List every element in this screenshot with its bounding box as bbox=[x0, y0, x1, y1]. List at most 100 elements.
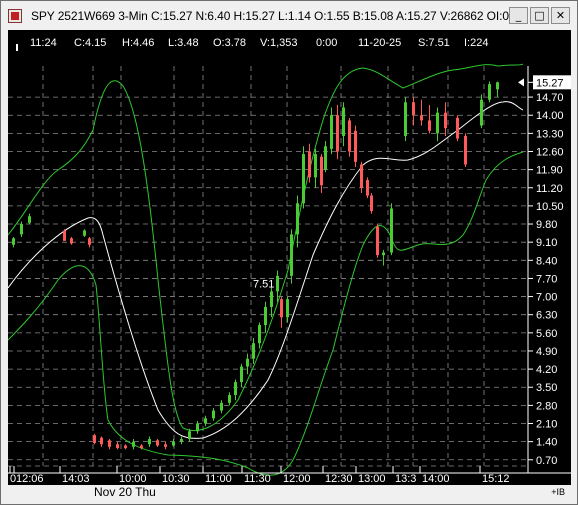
candle-body bbox=[366, 179, 369, 196]
candle-body bbox=[212, 410, 215, 419]
y-tick-label: 9.80 bbox=[536, 219, 557, 231]
candle-body bbox=[246, 358, 249, 367]
candle-body bbox=[314, 154, 317, 178]
candle-body bbox=[276, 275, 279, 292]
y-tick-label: 4.20 bbox=[536, 364, 557, 376]
x-tick-label: 13:3 bbox=[395, 473, 416, 485]
x-tick-label: 14:00 bbox=[422, 473, 450, 485]
candle-body bbox=[444, 112, 447, 129]
y-tick-label: 11.20 bbox=[536, 183, 563, 195]
y-tick-label: 2.10 bbox=[536, 419, 557, 431]
minimize-button[interactable]: _ bbox=[509, 7, 528, 24]
candle-body bbox=[390, 208, 393, 253]
candle-body bbox=[108, 440, 111, 447]
candle-body bbox=[320, 156, 323, 186]
candle-body bbox=[156, 440, 159, 446]
y-tick-label: 4.90 bbox=[536, 346, 557, 358]
price-arrow-icon bbox=[518, 78, 524, 87]
price-chart[interactable]: 11:24 C:4.15 H:4.46 L:3.48 O:3.78 V:1,35… bbox=[8, 30, 571, 485]
candle-body bbox=[204, 418, 207, 424]
candle-body bbox=[270, 291, 273, 307]
ib-button[interactable]: +IB bbox=[551, 487, 565, 497]
candle-body bbox=[480, 99, 483, 126]
x-tick-label: 12:06 bbox=[16, 473, 44, 485]
candle-body bbox=[100, 437, 103, 445]
candle-body bbox=[342, 107, 345, 136]
y-tick-label: 14.70 bbox=[536, 92, 564, 104]
candle-body bbox=[370, 195, 373, 212]
y-tick-label: 7.00 bbox=[536, 292, 557, 304]
candle-body bbox=[464, 135, 467, 165]
candle-body bbox=[258, 325, 261, 344]
y-tick-label: 9.10 bbox=[536, 237, 557, 249]
candle-body bbox=[116, 444, 119, 449]
price-annotation: 7.51 bbox=[253, 279, 274, 291]
candle-body bbox=[296, 203, 299, 235]
y-tick-label: 10.50 bbox=[536, 201, 564, 213]
moving-average-line bbox=[8, 101, 524, 439]
candle-body bbox=[456, 117, 459, 139]
candle-body bbox=[264, 306, 267, 326]
y-tick-label: 5.60 bbox=[536, 328, 557, 340]
candle-body bbox=[83, 230, 86, 236]
candle-body bbox=[180, 439, 183, 442]
y-tick-label: 2.80 bbox=[536, 400, 557, 412]
candle-body bbox=[436, 112, 439, 134]
candle-body bbox=[286, 299, 289, 318]
candle-body bbox=[20, 224, 23, 235]
chart-plot: 7.51 15.27 14.70 14.00 13.30 12.60 11.90 11.20… bbox=[8, 63, 571, 485]
candle-body bbox=[164, 444, 167, 447]
y-tick-label: 13.30 bbox=[536, 128, 564, 140]
candle-body bbox=[428, 120, 431, 131]
close-button[interactable]: ✕ bbox=[551, 7, 570, 24]
y-tick-label: 7.70 bbox=[536, 273, 557, 285]
candle-body bbox=[324, 146, 327, 170]
candle-body bbox=[336, 115, 339, 152]
window-title: SPY 2521W669 3-Min C:15.27 N:6.40 H:15.2… bbox=[31, 9, 509, 23]
y-tick-label: 12.60 bbox=[536, 146, 564, 158]
y-tick-label: 6.30 bbox=[536, 310, 557, 322]
candle-body bbox=[196, 423, 199, 432]
candle-body bbox=[93, 435, 96, 443]
date-label: Nov 20 Thu bbox=[94, 485, 156, 499]
candle-body bbox=[228, 395, 231, 403]
candle-body bbox=[404, 102, 407, 136]
y-tick-label: 15.27 bbox=[536, 77, 564, 89]
app-icon bbox=[8, 9, 22, 23]
candle-body bbox=[12, 238, 15, 245]
candle-body bbox=[172, 441, 175, 446]
y-tick-label: 1.40 bbox=[536, 437, 557, 449]
candle-body bbox=[140, 445, 143, 449]
candle-body bbox=[412, 102, 415, 116]
candle-body bbox=[348, 120, 351, 152]
x-tick-label: 10:00 bbox=[119, 473, 147, 485]
candle-body bbox=[308, 151, 311, 178]
x-tick-label: 11:30 bbox=[244, 473, 271, 485]
candle-body bbox=[290, 234, 293, 276]
x-tick-label: 12:30 bbox=[325, 473, 353, 485]
candle-body bbox=[188, 431, 191, 440]
candle-body bbox=[234, 382, 237, 396]
candle-body bbox=[220, 402, 223, 411]
candle-body bbox=[354, 130, 357, 162]
candle-body bbox=[382, 252, 385, 256]
date-strip: Nov 20 Thu +IB bbox=[8, 485, 571, 500]
y-tick-label: 14.00 bbox=[536, 110, 564, 122]
x-tick-label: 10:30 bbox=[162, 473, 190, 485]
x-tick-label: 15:12 bbox=[482, 473, 510, 485]
candle-body bbox=[488, 84, 491, 100]
candle-body bbox=[28, 216, 31, 223]
candle-body bbox=[132, 441, 135, 447]
candle-body bbox=[330, 115, 333, 149]
candle-body bbox=[148, 439, 151, 445]
x-tick-label: 11:00 bbox=[205, 473, 232, 485]
title-bar[interactable]: SPY 2521W669 3-Min C:15.27 N:6.40 H:15.2… bbox=[1, 1, 577, 31]
candle-body bbox=[360, 164, 363, 188]
candle-body bbox=[124, 445, 127, 449]
x-tick-label: 12:00 bbox=[283, 473, 311, 485]
candle-body bbox=[420, 115, 423, 121]
candle-body bbox=[302, 154, 305, 204]
maximize-button[interactable]: □ bbox=[530, 7, 549, 24]
y-tick-label: 11.90 bbox=[536, 165, 563, 177]
y-tick-label: 0.70 bbox=[536, 455, 557, 467]
